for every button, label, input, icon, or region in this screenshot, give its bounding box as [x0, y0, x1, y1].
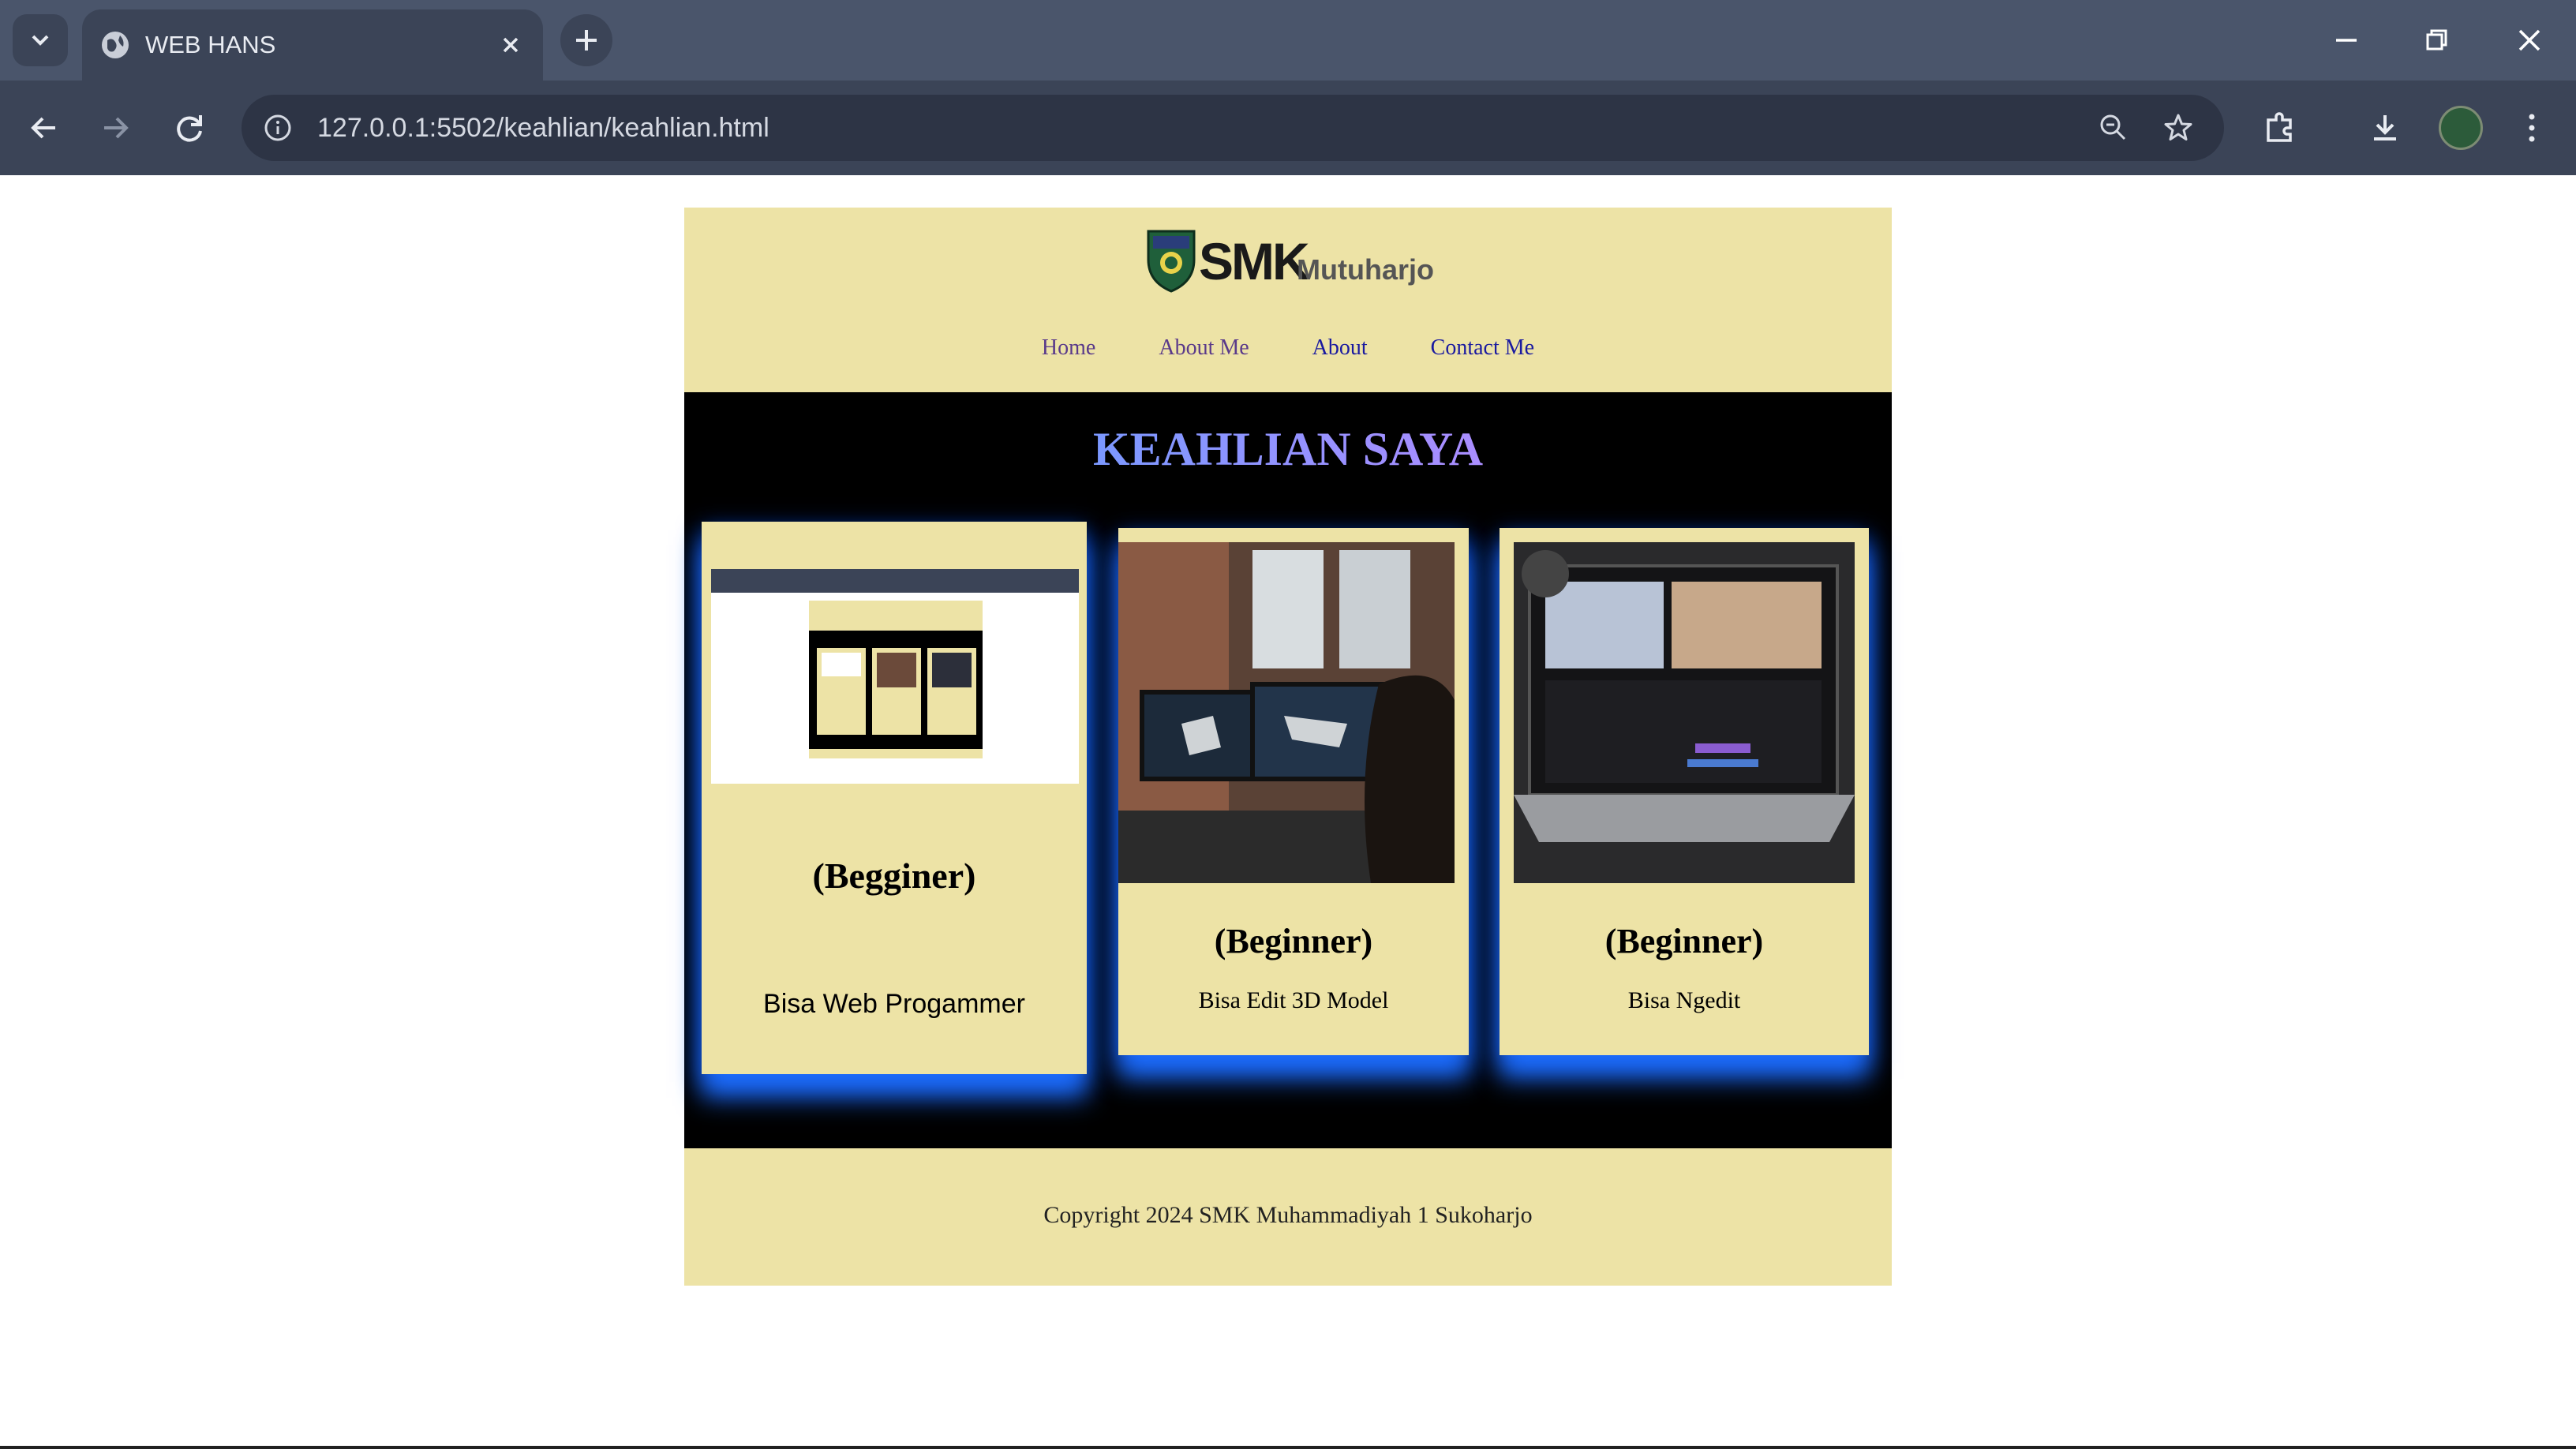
- bottom-border: [0, 1446, 2576, 1449]
- website-screenshot-image: [711, 569, 1079, 784]
- skills-section: KEAHLIAN SAYA (Begginer) Bisa Web Progam…: [684, 392, 1892, 1148]
- back-arrow-icon[interactable]: [19, 103, 69, 153]
- skill-description: Bisa Edit 3D Model: [1198, 987, 1389, 1013]
- skill-card-3d: (Beginner) Bisa Edit 3D Model: [1118, 528, 1469, 1055]
- 3d-modeling-photo: [1118, 542, 1455, 883]
- globe-icon: [102, 32, 129, 58]
- skill-card-web: (Begginer) Bisa Web Progammer: [702, 522, 1087, 1074]
- browser-toolbar: 127.0.0.1:5502/keahlian/keahlian.html: [0, 80, 2576, 175]
- tab-search-button[interactable]: [13, 14, 68, 66]
- bookmark-star-icon[interactable]: [2159, 109, 2197, 147]
- plus-icon: [576, 30, 597, 51]
- minimize-icon[interactable]: [2320, 14, 2372, 66]
- browser-tab[interactable]: WEB HANS: [82, 9, 543, 80]
- profile-avatar[interactable]: [2439, 106, 2483, 150]
- skill-description: Bisa Ngedit: [1627, 987, 1741, 1013]
- nav-home[interactable]: Home: [1042, 335, 1095, 361]
- info-icon[interactable]: [259, 109, 297, 147]
- main-nav: Home About Me About Contact Me: [684, 335, 1892, 361]
- 3d-modeling-graphic: [1118, 542, 1455, 883]
- copyright-text: Copyright 2024 SMK Muhammadiyah 1 Sukoha…: [1043, 1202, 1533, 1228]
- chevron-down-icon: [32, 35, 49, 46]
- site-header: SMK Mutuharjo Home About Me About Contact M…: [684, 208, 1892, 392]
- school-logo[interactable]: SMK Mutuharjo: [1145, 222, 1445, 301]
- logo-sub-text: Mutuharjo: [1297, 253, 1434, 286]
- url-text[interactable]: 127.0.0.1:5502/keahlian/keahlian.html: [317, 95, 769, 161]
- close-window-icon[interactable]: [2503, 14, 2555, 66]
- skill-description: Bisa Web Progammer: [763, 989, 1025, 1019]
- download-icon[interactable]: [2360, 103, 2410, 153]
- forward-arrow-icon[interactable]: [90, 103, 140, 153]
- page-title: KEAHLIAN SAYA: [684, 422, 1892, 477]
- skill-level: (Begginer): [812, 856, 976, 896]
- video-editing-photo: [1514, 542, 1855, 883]
- address-bar[interactable]: 127.0.0.1:5502/keahlian/keahlian.html: [242, 95, 2224, 161]
- shield-emblem-icon: [1147, 230, 1196, 293]
- nav-contact-me[interactable]: Contact Me: [1431, 335, 1534, 361]
- logo-main-text: SMK: [1199, 232, 1310, 290]
- nav-about[interactable]: About: [1312, 335, 1368, 361]
- more-menu-icon[interactable]: [2507, 103, 2557, 153]
- browser-tab-strip: WEB HANS: [0, 0, 2576, 80]
- tab-title: WEB HANS: [145, 31, 276, 58]
- skill-level: (Beginner): [1604, 922, 1764, 960]
- extensions-icon[interactable]: [2254, 103, 2305, 153]
- website-screenshot-graphic: [711, 569, 1079, 758]
- restore-icon[interactable]: [2410, 14, 2462, 66]
- page-container: SMK Mutuharjo Home About Me About Contact M…: [684, 208, 1892, 1286]
- video-editing-graphic: [1514, 542, 1855, 883]
- new-tab-button[interactable]: [560, 14, 612, 66]
- skill-card-video: (Beginner) Bisa Ngedit: [1500, 528, 1869, 1055]
- zoom-icon[interactable]: [2095, 109, 2132, 147]
- nav-about-me[interactable]: About Me: [1159, 335, 1249, 361]
- skill-level: (Beginner): [1214, 922, 1373, 960]
- reload-icon[interactable]: [164, 103, 215, 153]
- close-tab-icon[interactable]: [492, 27, 529, 63]
- site-footer: Copyright 2024 SMK Muhammadiyah 1 Sukoha…: [684, 1148, 1892, 1286]
